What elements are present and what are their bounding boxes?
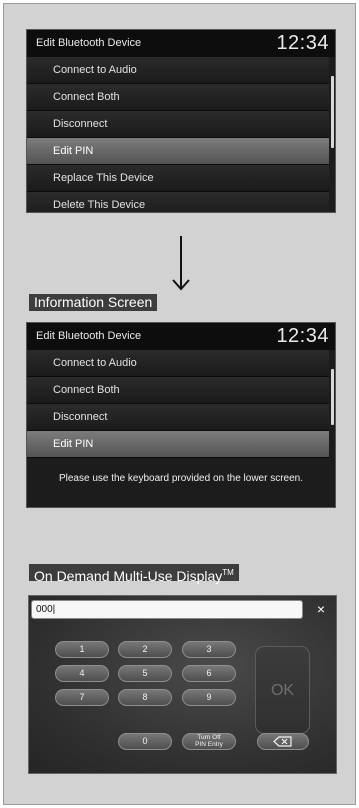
menu-item-connect-both[interactable]: Connect Both [27, 84, 329, 111]
screen-title: Edit Bluetooth Device [36, 330, 142, 342]
key-5[interactable]: 5 [118, 665, 172, 682]
key-7[interactable]: 7 [55, 689, 109, 706]
menu-item-replace-this-device[interactable]: Replace This Device [27, 165, 329, 192]
backspace-button[interactable] [257, 733, 309, 750]
menu-item-disconnect[interactable]: Disconnect [27, 404, 329, 431]
menu-item-edit-pin[interactable]: Edit PIN [27, 138, 329, 165]
pin-keypad-display: 000| × 1 2 3 4 5 6 7 8 9 0 Turn Off PIN … [28, 595, 337, 774]
turn-off-pin-entry-button[interactable]: Turn Off PIN Entry [182, 733, 236, 750]
key-9[interactable]: 9 [182, 689, 236, 706]
info-message: Please use the keyboard provided on the … [58, 473, 304, 484]
information-screen: Edit Bluetooth Device 12:34 Connect to A… [26, 322, 336, 508]
menu-item-delete-this-device[interactable]: Delete This Device [27, 192, 329, 212]
information-screen-caption: Information Screen [29, 294, 158, 311]
key-1[interactable]: 1 [55, 641, 109, 658]
menu-item-disconnect[interactable]: Disconnect [27, 111, 329, 138]
scrollbar[interactable] [331, 76, 334, 148]
display-caption: On Demand Multi-Use DisplayTM [29, 564, 239, 584]
key-0[interactable]: 0 [118, 733, 172, 750]
pin-input[interactable]: 000| [31, 600, 303, 619]
key-6[interactable]: 6 [182, 665, 236, 682]
clock: 12:34 [276, 325, 329, 347]
scrollbar[interactable] [331, 369, 334, 425]
menu-item-edit-pin[interactable]: Edit PIN [27, 431, 329, 458]
trademark-mark: TM [222, 568, 234, 577]
display-caption-text: On Demand Multi-Use Display [34, 568, 223, 584]
menu-item-connect-to-audio[interactable]: Connect to Audio [27, 57, 329, 84]
screen-header: Edit Bluetooth Device 12:34 [27, 323, 335, 350]
backspace-icon [273, 736, 292, 747]
key-4[interactable]: 4 [55, 665, 109, 682]
pin-entry-label: PIN Entry [195, 740, 223, 748]
ok-button[interactable]: OK [255, 646, 310, 734]
clock: 12:34 [276, 32, 329, 54]
menu-item-connect-to-audio[interactable]: Connect to Audio [27, 350, 329, 377]
top-screen: Edit Bluetooth Device 12:34 Connect to A… [26, 29, 336, 213]
key-8[interactable]: 8 [118, 689, 172, 706]
down-arrow-icon [172, 236, 190, 291]
key-2[interactable]: 2 [118, 641, 172, 658]
close-button[interactable]: × [309, 600, 333, 619]
key-3[interactable]: 3 [182, 641, 236, 658]
menu-item-connect-both[interactable]: Connect Both [27, 377, 329, 404]
screen-title: Edit Bluetooth Device [36, 37, 142, 49]
screen-header: Edit Bluetooth Device 12:34 [27, 30, 335, 57]
